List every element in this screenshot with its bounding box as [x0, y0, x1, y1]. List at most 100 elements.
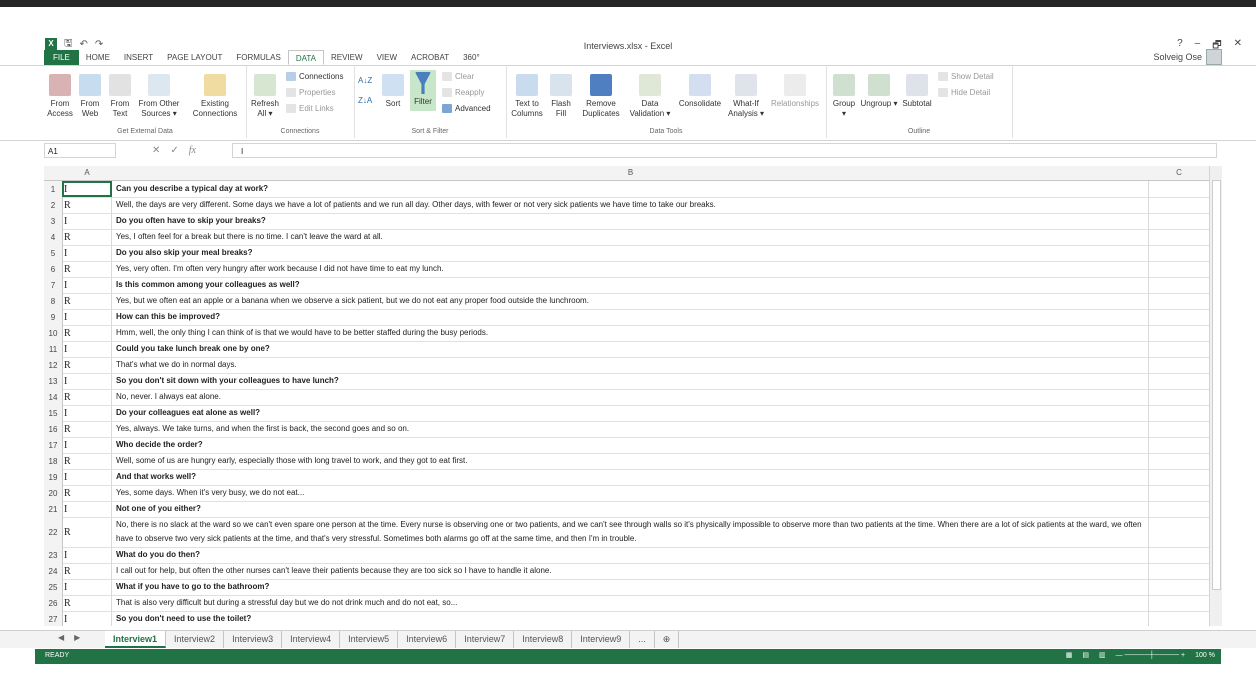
- consolidate-button[interactable]: Consolidate: [674, 74, 726, 109]
- sheet-tab[interactable]: Interview1: [105, 631, 167, 648]
- cell-speaker[interactable]: I: [62, 469, 112, 485]
- row-number[interactable]: 12: [44, 357, 63, 373]
- add-sheet-button[interactable]: ⊕: [655, 631, 680, 648]
- cell-speaker[interactable]: R: [62, 595, 112, 611]
- tab-review[interactable]: REVIEW: [324, 50, 370, 65]
- sheet-tab[interactable]: Interview3: [224, 631, 283, 648]
- cell-speaker[interactable]: I: [62, 213, 112, 229]
- cell-speaker[interactable]: I: [62, 437, 112, 453]
- row-number[interactable]: 6: [44, 261, 63, 277]
- row-number[interactable]: 18: [44, 453, 63, 469]
- cell-c[interactable]: [1149, 547, 1209, 563]
- cancel-icon[interactable]: ✕: [152, 145, 160, 156]
- row-number[interactable]: 22: [44, 517, 63, 547]
- sort-za-icon[interactable]: Z↓A: [358, 96, 372, 105]
- clear-button[interactable]: Clear: [442, 72, 474, 81]
- cell-c[interactable]: [1149, 517, 1209, 547]
- cell-text[interactable]: Well, the days are very different. Some …: [112, 197, 1149, 213]
- row-number[interactable]: 2: [44, 197, 63, 213]
- row-number[interactable]: 3: [44, 213, 63, 229]
- cell-speaker[interactable]: I: [62, 501, 112, 517]
- sheet-tab[interactable]: Interview8: [514, 631, 573, 648]
- cell-text[interactable]: Yes, some days. When it's very busy, we …: [112, 485, 1149, 501]
- cell-text[interactable]: Can you describe a typical day at work?: [112, 181, 1149, 197]
- cell-c[interactable]: [1149, 501, 1209, 517]
- row-number[interactable]: 1: [44, 181, 63, 197]
- zoom-slider[interactable]: — ─────┼───── +: [1116, 652, 1186, 659]
- normal-view-icon[interactable]: ▦: [1066, 651, 1073, 659]
- vertical-scrollbar[interactable]: [1209, 166, 1222, 626]
- cell-c[interactable]: [1149, 437, 1209, 453]
- cell-c[interactable]: [1149, 595, 1209, 611]
- cell-c[interactable]: [1149, 325, 1209, 341]
- refresh-all-button[interactable]: Refresh All ▾: [248, 74, 282, 119]
- cell-c[interactable]: [1149, 213, 1209, 229]
- cell-speaker[interactable]: I: [62, 611, 112, 626]
- tab-file[interactable]: FILE: [44, 50, 79, 65]
- row-number[interactable]: 21: [44, 501, 63, 517]
- cell-speaker[interactable]: R: [62, 325, 112, 341]
- cell-c[interactable]: [1149, 181, 1209, 197]
- column-header-c[interactable]: C: [1149, 166, 1209, 181]
- cell-c[interactable]: [1149, 357, 1209, 373]
- row-number[interactable]: 5: [44, 245, 63, 261]
- cell-c[interactable]: [1149, 421, 1209, 437]
- cell-c[interactable]: [1149, 245, 1209, 261]
- name-box[interactable]: A1: [44, 143, 116, 158]
- cell-speaker[interactable]: I: [62, 405, 112, 421]
- row-number[interactable]: 7: [44, 277, 63, 293]
- from-text-button[interactable]: From Text: [106, 74, 134, 119]
- cell-text[interactable]: Yes, I often feel for a break but there …: [112, 229, 1149, 245]
- hide-detail-button[interactable]: Hide Detail: [938, 88, 990, 97]
- cell-c[interactable]: [1149, 389, 1209, 405]
- what-if-analysis-button[interactable]: What-If Analysis ▾: [726, 74, 766, 119]
- row-number[interactable]: 24: [44, 563, 63, 579]
- tab-formulas[interactable]: FORMULAS: [229, 50, 287, 65]
- cell-text[interactable]: Do your colleagues eat alone as well?: [112, 405, 1149, 421]
- cell-speaker[interactable]: I: [62, 181, 112, 197]
- relationships-button[interactable]: Relationships: [766, 74, 824, 109]
- cell-c[interactable]: [1149, 469, 1209, 485]
- cell-text[interactable]: Well, some of us are hungry early, espec…: [112, 453, 1149, 469]
- cell-text[interactable]: What do you do then?: [112, 547, 1149, 563]
- cell-text[interactable]: No, there is no slack at the ward so we …: [112, 517, 1149, 547]
- cell-text[interactable]: That is also very difficult but during a…: [112, 595, 1149, 611]
- from-access-button[interactable]: From Access: [46, 74, 74, 119]
- cell-text[interactable]: Yes, always. We take turns, and when the…: [112, 421, 1149, 437]
- enter-icon[interactable]: ✓: [170, 145, 178, 156]
- reapply-button[interactable]: Reapply: [442, 88, 484, 97]
- cell-c[interactable]: [1149, 341, 1209, 357]
- cell-speaker[interactable]: R: [62, 261, 112, 277]
- ungroup-button[interactable]: Ungroup ▾: [860, 74, 898, 109]
- formula-input[interactable]: I: [232, 143, 1217, 158]
- zoom-level[interactable]: 100 %: [1195, 652, 1215, 659]
- cell-c[interactable]: [1149, 373, 1209, 389]
- cell-text[interactable]: And that works well?: [112, 469, 1149, 485]
- cell-c[interactable]: [1149, 405, 1209, 421]
- sheet-tab[interactable]: Interview9: [572, 631, 631, 648]
- properties-button[interactable]: Properties: [286, 88, 335, 97]
- cell-c[interactable]: [1149, 579, 1209, 595]
- prev-sheet-icon[interactable]: ◀: [58, 633, 64, 642]
- cell-speaker[interactable]: R: [62, 357, 112, 373]
- more-sheets-button[interactable]: ...: [630, 631, 655, 648]
- tab-acrobat[interactable]: ACROBAT: [404, 50, 456, 65]
- sheet-tab[interactable]: Interview4: [282, 631, 341, 648]
- cell-c[interactable]: [1149, 309, 1209, 325]
- cell-text[interactable]: Yes, but we often eat an apple or a bana…: [112, 293, 1149, 309]
- cell-c[interactable]: [1149, 293, 1209, 309]
- row-number[interactable]: 15: [44, 405, 63, 421]
- edit-links-button[interactable]: Edit Links: [286, 104, 334, 113]
- row-number[interactable]: 13: [44, 373, 63, 389]
- tab-page-layout[interactable]: PAGE LAYOUT: [160, 50, 229, 65]
- cell-c[interactable]: [1149, 197, 1209, 213]
- spreadsheet-grid[interactable]: A B C 1 I Can you describe a typical day a…: [44, 166, 1209, 626]
- cell-c[interactable]: [1149, 611, 1209, 626]
- cell-c[interactable]: [1149, 277, 1209, 293]
- cell-text[interactable]: Could you take lunch break one by one?: [112, 341, 1149, 357]
- user-account[interactable]: Solveig Ose: [1153, 49, 1222, 65]
- select-all-corner[interactable]: [44, 166, 62, 181]
- tab-360[interactable]: 360°: [456, 50, 487, 65]
- row-number[interactable]: 8: [44, 293, 63, 309]
- row-number[interactable]: 27: [44, 611, 63, 626]
